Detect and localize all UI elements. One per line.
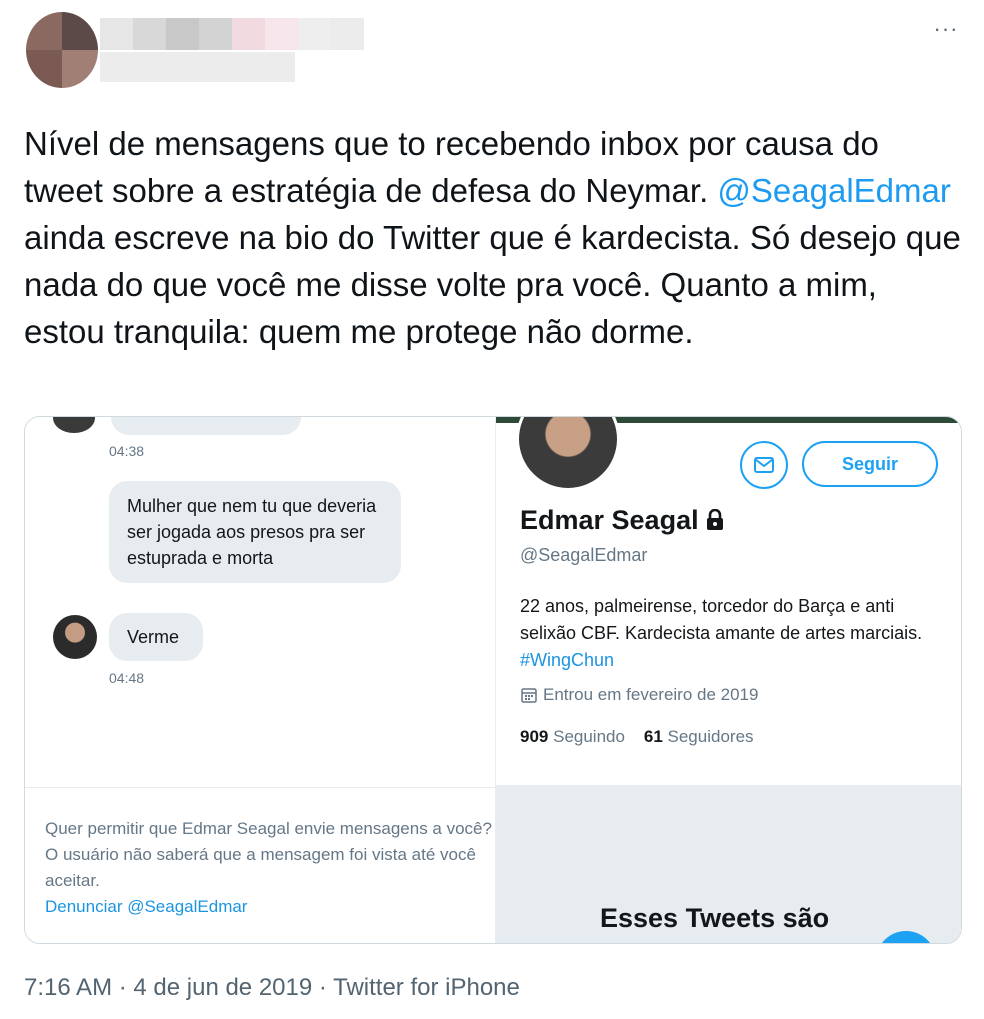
sender-avatar — [53, 417, 95, 433]
following-count: 909 — [520, 727, 549, 746]
compose-fab[interactable] — [876, 931, 936, 943]
blur-block — [232, 18, 265, 50]
blur-block — [133, 18, 166, 50]
sender-avatar — [53, 615, 97, 659]
envelope-icon — [754, 457, 774, 473]
follow-button[interactable]: Seguir — [802, 441, 938, 487]
request-text: Quer permitir que Edmar Seagal envie men… — [45, 819, 492, 890]
dm-conversation: 04:38 Mulher que nem tu que deveria ser … — [25, 417, 495, 943]
protected-notice: Esses Tweets são — [496, 785, 961, 943]
blur-block — [298, 18, 331, 50]
profile-bio: 22 anos, palmeirense, torcedor do Barça … — [520, 593, 940, 674]
bio-text: 22 anos, palmeirense, torcedor do Barça … — [520, 596, 923, 643]
message-bubble: Mulher que nem tu que deveria ser jogada… — [109, 481, 401, 583]
message-time: 04:48 — [109, 670, 145, 686]
blur-block — [265, 18, 298, 50]
message-bubble-cut — [111, 417, 301, 435]
bio-hashtag[interactable]: #WingChun — [520, 650, 614, 670]
blur-block — [199, 18, 232, 50]
author-handle-blurred — [100, 52, 295, 82]
author-avatar[interactable] — [26, 12, 98, 88]
mention-link[interactable]: @SeagalEdmar — [717, 172, 950, 209]
tweet-text: Nível de mensagens que to recebendo inbo… — [24, 120, 964, 355]
message-bubble: Verme — [109, 613, 203, 661]
join-date-text: Entrou em fevereiro de 2019 — [543, 685, 759, 704]
report-link[interactable]: Denunciar @SeagalEdmar — [45, 894, 495, 920]
protected-heading: Esses Tweets são — [600, 903, 830, 933]
lock-icon — [706, 508, 723, 530]
following-label: Seguindo — [553, 727, 625, 746]
profile-stats: 909 Seguindo 61 Seguidores — [520, 727, 754, 747]
profile-avatar[interactable] — [516, 417, 620, 491]
profile-card: Seguir Edmar Seagal @SeagalEdmar 22 anos… — [496, 417, 961, 943]
author-name-blurred[interactable] — [100, 18, 364, 50]
following-link[interactable]: 909 Seguindo — [520, 727, 625, 746]
more-options-icon[interactable]: ··· — [930, 18, 962, 44]
profile-name: Edmar Seagal — [520, 505, 725, 536]
followers-count: 61 — [643, 727, 663, 746]
message-button[interactable] — [740, 441, 788, 489]
profile-name-text: Edmar Seagal — [520, 505, 699, 535]
followers-link[interactable]: 61 Seguidores — [644, 727, 754, 746]
join-date: Entrou em fevereiro de 2019 — [520, 685, 758, 705]
tweet-media-image[interactable]: 04:38 Mulher que nem tu que deveria ser … — [24, 416, 962, 944]
blur-block — [166, 18, 199, 50]
blur-block — [331, 18, 364, 50]
calendar-icon — [521, 688, 537, 703]
tweet-timestamp[interactable]: 7:16 AM · 4 de jun de 2019 · Twitter for… — [24, 974, 520, 1002]
blur-block — [100, 18, 133, 50]
message-time: 04:38 — [109, 443, 145, 459]
followers-label: Seguidores — [667, 727, 754, 746]
message-request-notice: Quer permitir que Edmar Seagal envie men… — [25, 787, 495, 943]
profile-handle: @SeagalEdmar — [520, 545, 648, 565]
